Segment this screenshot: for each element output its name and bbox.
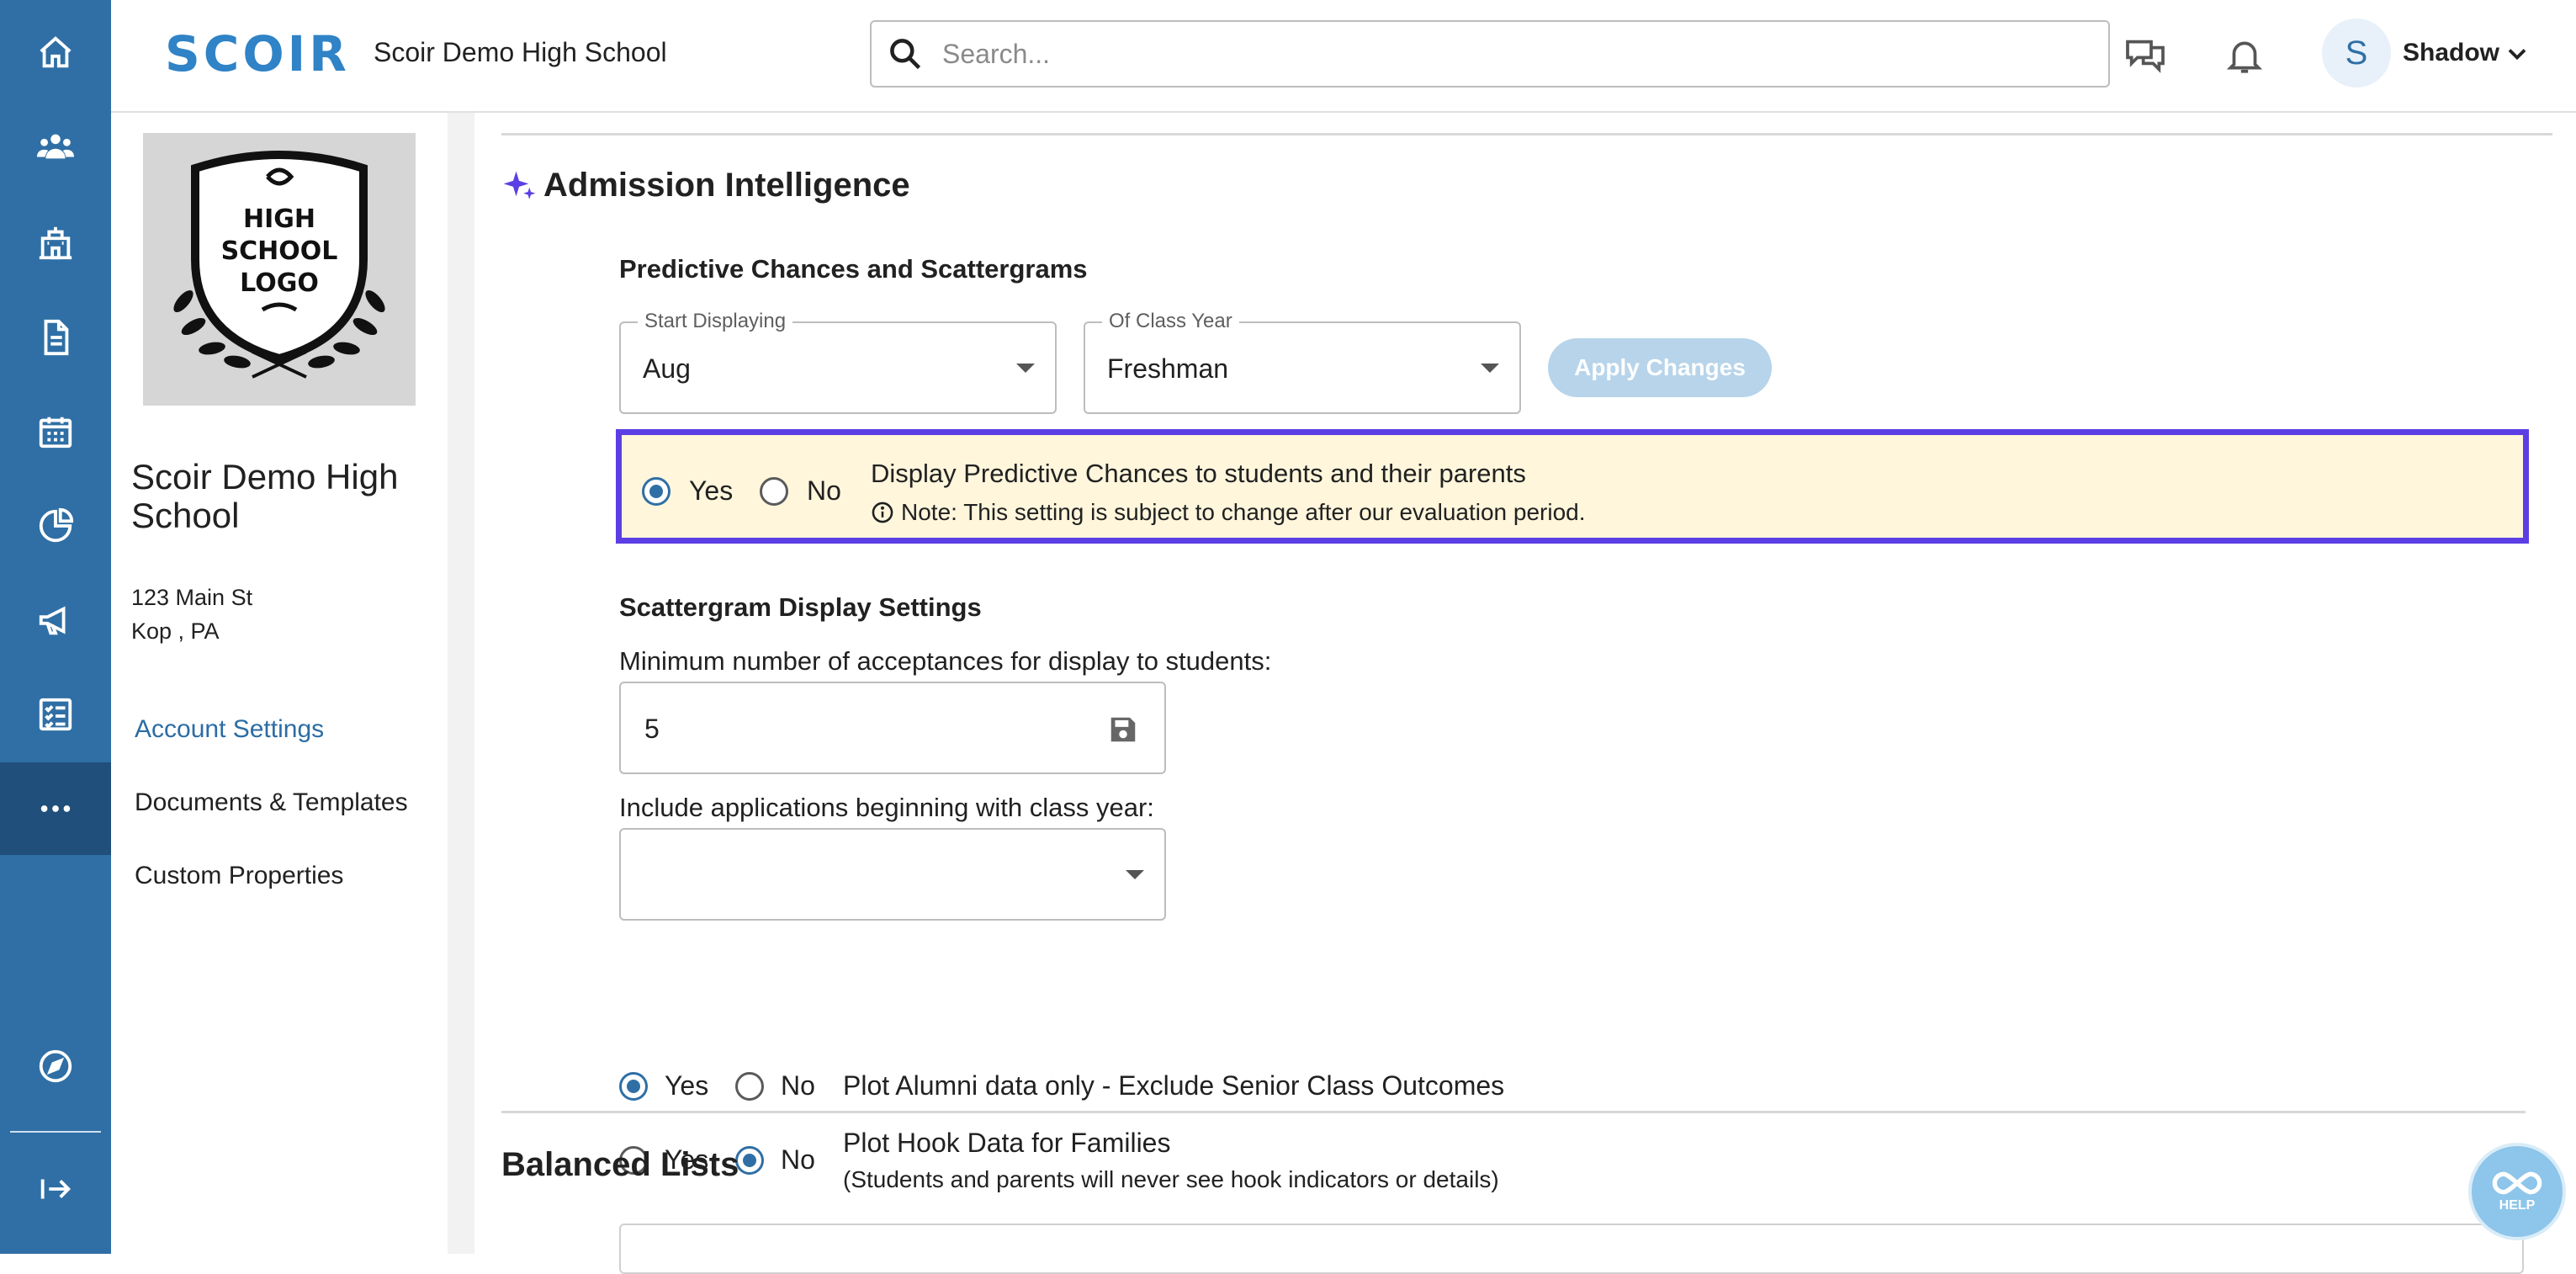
- apply-changes-button[interactable]: Apply Changes: [1548, 338, 1772, 397]
- hook-subtext: (Students and parents will never see hoo…: [843, 1166, 1499, 1192]
- alumni-yes-radio[interactable]: [619, 1072, 648, 1101]
- school-logo: HIGH SCHOOL LOGO: [143, 133, 416, 406]
- nav-rail: [0, 0, 111, 1254]
- main-content: Admission Intelligence Predictive Chance…: [474, 113, 2576, 1254]
- home-icon[interactable]: [0, 7, 111, 99]
- rail-divider: [10, 1131, 101, 1133]
- alumni-no-radio[interactable]: [735, 1072, 764, 1101]
- caret-down-icon: [1016, 364, 1035, 373]
- address-line-1: 123 Main St: [131, 585, 253, 610]
- help-label: HELP: [2499, 1198, 2536, 1213]
- min-acceptances-value[interactable]: 5: [644, 714, 660, 745]
- search-bar[interactable]: [870, 20, 2110, 88]
- alumni-no-label[interactable]: No: [781, 1070, 815, 1101]
- panel-gutter: [448, 113, 474, 1254]
- predictive-no-radio[interactable]: [760, 477, 788, 506]
- section-title-admission: Admission Intelligence: [543, 167, 910, 204]
- bell-icon[interactable]: [2219, 30, 2270, 81]
- info-icon: [872, 502, 893, 523]
- nav-account-settings[interactable]: Account Settings: [135, 715, 324, 744]
- infinity-icon: [2492, 1171, 2542, 1195]
- scoir-logo[interactable]: SCOIR: [165, 25, 350, 82]
- caret-down-icon: [1481, 364, 1499, 373]
- search-icon: [890, 39, 921, 70]
- min-acceptances-label: Minimum number of acceptances for displa…: [619, 646, 1272, 676]
- hook-no-label[interactable]: No: [781, 1144, 815, 1176]
- compass-icon[interactable]: [0, 1020, 111, 1112]
- scattergram-title: Scattergram Display Settings: [619, 592, 982, 622]
- user-name[interactable]: Shadow: [2403, 39, 2499, 67]
- settings-sidebar: HIGH SCHOOL LOGO Scoir Demo High School …: [111, 113, 448, 1254]
- address-line-2: Kop , PA: [131, 618, 220, 644]
- chevron-down-icon[interactable]: [2502, 39, 2532, 69]
- document-icon[interactable]: [0, 291, 111, 384]
- predictive-note-text: Note: This setting is subject to change …: [901, 499, 1586, 525]
- predictive-display-text: Display Predictive Chances to students a…: [871, 459, 1526, 488]
- chart-icon[interactable]: [0, 480, 111, 572]
- logo-line-1: HIGH: [243, 204, 315, 234]
- predictive-yes-radio[interactable]: [642, 477, 671, 506]
- predictive-title: Predictive Chances and Scattergrams: [619, 254, 1088, 284]
- people-icon[interactable]: [0, 101, 111, 194]
- min-acceptances-field[interactable]: 5: [619, 682, 1166, 774]
- predictive-no-label[interactable]: No: [807, 475, 841, 507]
- class-year-value: Freshman: [1107, 353, 1229, 384]
- include-applications-label: Include applications beginning with clas…: [619, 793, 1154, 822]
- nav-custom-properties[interactable]: Custom Properties: [135, 862, 343, 890]
- top-header: SCOIR Scoir Demo High School S Shadow: [111, 0, 2576, 113]
- predictive-yes-label[interactable]: Yes: [689, 475, 733, 507]
- nav-documents-templates[interactable]: Documents & Templates: [135, 788, 408, 817]
- alumni-yes-label[interactable]: Yes: [665, 1070, 708, 1101]
- hook-no-radio[interactable]: [735, 1146, 764, 1175]
- calendar-icon[interactable]: [0, 385, 111, 478]
- start-displaying-value: Aug: [643, 353, 691, 384]
- section-title-balanced: Balanced Lists: [501, 1146, 739, 1183]
- hook-text: Plot Hook Data for Families: [843, 1128, 1171, 1158]
- school-icon[interactable]: [0, 197, 111, 289]
- checklist-icon[interactable]: [0, 668, 111, 761]
- divider-top: [501, 133, 2552, 135]
- balanced-lists-box: [619, 1224, 2524, 1274]
- alumni-text: Plot Alumni data only - Exclude Senior C…: [843, 1070, 1505, 1101]
- sparkle-icon: [503, 171, 536, 199]
- header-school-name: Scoir Demo High School: [374, 37, 667, 67]
- class-year-select[interactable]: Of Class Year Freshman: [1084, 310, 1521, 414]
- caret-down-icon: [1126, 870, 1144, 879]
- messages-icon[interactable]: [2120, 30, 2171, 81]
- search-input[interactable]: [942, 38, 2036, 70]
- more-icon[interactable]: [0, 762, 111, 855]
- expand-icon[interactable]: [0, 1143, 111, 1235]
- predictive-chances-setting: Yes No Display Predictive Chances to stu…: [616, 429, 2529, 544]
- class-year-label: Of Class Year: [1102, 310, 1239, 333]
- divider-balanced: [501, 1111, 2526, 1113]
- start-displaying-select[interactable]: Start Displaying Aug: [619, 310, 1057, 414]
- school-address: 123 Main St Kop , PA: [131, 581, 252, 648]
- start-displaying-label: Start Displaying: [638, 310, 793, 333]
- help-button[interactable]: HELP: [2468, 1143, 2566, 1240]
- megaphone-icon[interactable]: [0, 574, 111, 666]
- save-icon[interactable]: [1107, 714, 1139, 746]
- include-class-year-select[interactable]: [619, 828, 1166, 921]
- logo-line-2: SCHOOL: [221, 236, 338, 266]
- logo-line-3: LOGO: [240, 268, 319, 298]
- school-title: Scoir Demo High School: [131, 457, 399, 535]
- avatar[interactable]: S: [2322, 19, 2391, 88]
